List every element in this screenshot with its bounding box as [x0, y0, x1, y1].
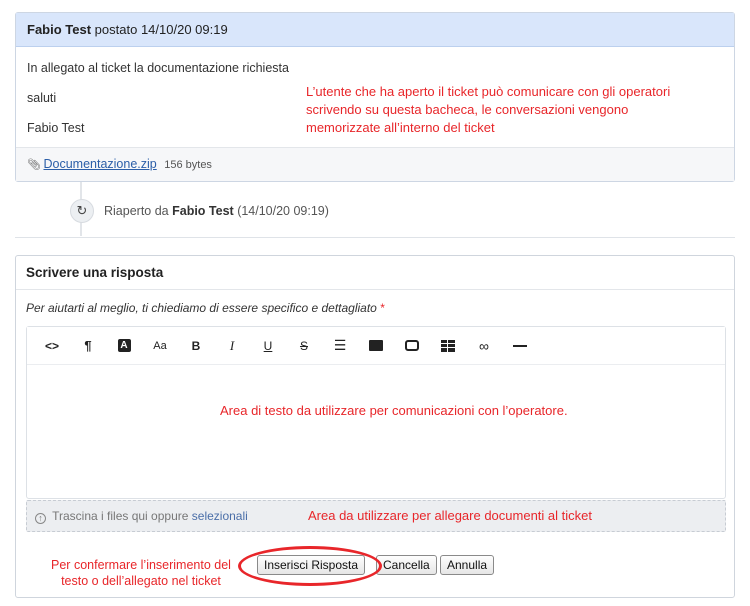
link-button[interactable]: ∞: [466, 331, 502, 361]
reply-form: Scrivere una risposta Per aiutarti al me…: [15, 255, 735, 598]
message-posted-label: postato: [94, 22, 138, 37]
editor-toolbar: <> ¶ A Aa B I U S ☰ ∞: [27, 327, 725, 365]
code-view-button[interactable]: <>: [34, 331, 70, 361]
list-button[interactable]: ☰: [322, 331, 358, 361]
message-attachment: 📎︎ Documentazione.zip 156 bytes: [16, 147, 734, 181]
required-mark: *: [380, 301, 385, 315]
message-header: Fabio Test postato 14/10/20 09:19: [16, 13, 734, 47]
annotation-board: L’utente che ha aperto il ticket può com…: [306, 84, 671, 135]
link-icon: ∞: [479, 337, 489, 354]
strikethrough-icon: S: [299, 338, 308, 353]
divider: [15, 237, 735, 238]
underline-button[interactable]: U: [250, 331, 286, 361]
timeline-event: ↻ Riaperto da Fabio Test (14/10/20 09:19…: [70, 199, 329, 223]
table-button[interactable]: [430, 331, 466, 361]
clear-button[interactable]: Cancella: [376, 555, 437, 575]
message-card: Fabio Test postato 14/10/20 09:19 In all…: [15, 12, 735, 182]
event-time: (14/10/20 09:19): [237, 204, 329, 218]
annotation-attach-area: Area da utilizzare per allegare document…: [308, 508, 592, 523]
bold-button[interactable]: B: [178, 331, 214, 361]
code-icon: <>: [44, 338, 59, 353]
reply-hint-text: Per aiutarti al meglio, ti chiediamo di …: [26, 301, 377, 315]
italic-icon: I: [229, 337, 235, 353]
attachment-link[interactable]: Documentazione.zip: [43, 157, 156, 171]
attachment-size: 156 bytes: [164, 159, 212, 171]
paragraph-button[interactable]: ¶: [70, 331, 106, 361]
bold-icon: B: [191, 338, 201, 353]
annotation-text-area: Area di testo da utilizzare per comunica…: [220, 403, 568, 418]
divider: [16, 289, 734, 290]
paragraph-icon: ¶: [84, 338, 92, 353]
list-icon: ☰: [333, 337, 347, 353]
event-prefix: Riaperto da: [104, 204, 169, 218]
horizontal-rule-icon: [513, 344, 527, 347]
strikethrough-button[interactable]: S: [286, 331, 322, 361]
upload-icon: ↑: [35, 513, 46, 524]
italic-button[interactable]: I: [214, 331, 250, 361]
annotation-confirm: Per confermare l’inserimento del testo o…: [51, 558, 231, 588]
dropzone-text: Trascina i files qui oppure: [52, 509, 189, 523]
horizontal-rule-button[interactable]: [502, 331, 538, 361]
reply-title: Scrivere una risposta: [26, 265, 164, 280]
cancel-button[interactable]: Annulla: [440, 555, 495, 575]
select-files-link[interactable]: selezionali: [192, 509, 248, 523]
image-button[interactable]: [358, 331, 394, 361]
video-button[interactable]: [394, 331, 430, 361]
table-icon: [441, 339, 455, 352]
paperclip-icon: 📎︎: [27, 159, 41, 171]
message-author: Fabio Test: [27, 22, 92, 37]
font-size-icon: Aa: [153, 339, 167, 352]
font-size-button[interactable]: Aa: [142, 331, 178, 361]
font-color-button[interactable]: A: [106, 331, 142, 361]
rich-text-editor: <> ¶ A Aa B I U S ☰ ∞ Area di testo da u…: [26, 326, 726, 499]
image-icon: [369, 340, 383, 351]
insert-reply-button[interactable]: Inserisci Risposta: [257, 555, 366, 575]
message-timestamp: 14/10/20 09:19: [140, 22, 228, 37]
video-icon: [405, 340, 419, 351]
reopen-icon: ↻: [70, 199, 94, 223]
font-color-icon: A: [117, 339, 131, 352]
reply-hint: Per aiutarti al meglio, ti chiediamo di …: [26, 301, 385, 315]
event-author: Fabio Test: [172, 204, 234, 218]
file-dropzone[interactable]: ↑ Trascina i files qui oppure selezional…: [26, 500, 726, 532]
editor-text-area[interactable]: Area di testo da utilizzare per comunica…: [27, 366, 725, 498]
underline-icon: U: [263, 338, 273, 353]
